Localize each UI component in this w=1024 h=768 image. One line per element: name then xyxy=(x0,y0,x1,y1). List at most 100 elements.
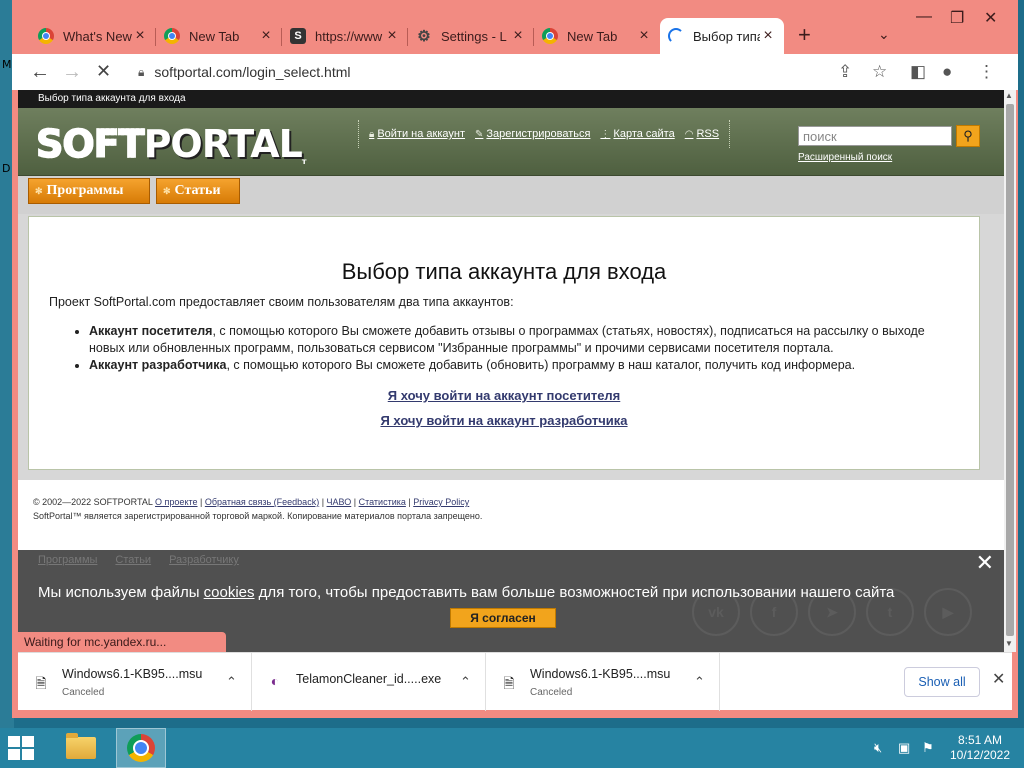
tab-whats-new[interactable]: What's New × xyxy=(30,18,156,54)
footer-link[interactable]: Privacy Policy xyxy=(413,497,469,507)
footer-link[interactable]: Статистика xyxy=(359,497,406,507)
advanced-search-link[interactable]: Расширенный поиск xyxy=(798,152,892,163)
download-item[interactable]: ◐ TelamonCleaner_id.....exe ⌃ xyxy=(252,653,486,711)
sitemap-icon: ⋮ xyxy=(600,128,611,140)
window-close-icon[interactable]: ✕ xyxy=(984,8,997,28)
site-footer: © 2002—2022 SOFTPORTAL О проекте | Обрат… xyxy=(18,480,1004,550)
search-icon[interactable]: ⚲ xyxy=(956,125,980,147)
downloads-shelf: 🗎 Windows6.1-KB95....msu Canceled ⌃ ◐ Tel… xyxy=(18,652,1012,711)
download-item[interactable]: 🗎 Windows6.1-KB95....msu Canceled ⌃ xyxy=(486,653,720,711)
tab-new-tab[interactable]: New Tab × xyxy=(156,18,282,54)
new-tab-plus-icon[interactable]: + xyxy=(798,22,811,48)
desktop-icon-label: D xyxy=(2,162,11,175)
footer-copyright-line: © 2002—2022 SOFTPORTAL О проекте | Обрат… xyxy=(33,497,470,507)
bottom-nav-link[interactable]: Разработчику xyxy=(169,554,239,566)
speaker-muted-icon[interactable]: 🔇︎ xyxy=(874,740,882,756)
menu-programs-button[interactable]: ✻ Программы xyxy=(28,178,150,204)
site-menu: ✻ Программы ✻ Статьи xyxy=(18,176,1004,214)
gear-icon: ⚙ xyxy=(417,28,431,45)
show-all-button[interactable]: Show all xyxy=(904,667,980,697)
taskbar: 🔇︎ ▣ ⚑ 8:51 AM 10/12/2022 xyxy=(0,728,1024,768)
intro-text: Проект SoftPortal.com предоставляет свои… xyxy=(49,295,514,309)
trademark-text: SoftPortal™ является зарегистрированной … xyxy=(33,511,483,521)
gear-bullet-icon: ✻ xyxy=(35,185,43,196)
header-links: 🔒︎ Войти на аккаунт ✎ Зарегистрироваться ⋮… xyxy=(358,120,731,148)
stop-loading-icon[interactable]: ✕ xyxy=(96,61,111,82)
developer-login-link[interactable]: Я хочу войти на аккаунт разработчика xyxy=(49,413,959,428)
bookmark-star-icon[interactable]: ☆ xyxy=(872,62,887,82)
pencil-icon: ✎ xyxy=(475,128,484,140)
minimize-icon[interactable]: — xyxy=(916,8,932,26)
chevron-up-icon[interactable]: ⌃ xyxy=(694,674,705,690)
status-bar: Waiting for mc.yandex.ru... xyxy=(18,632,226,652)
tab-softportal[interactable]: S https://www × xyxy=(282,18,408,54)
side-panel-icon[interactable]: ◧ xyxy=(910,62,926,82)
restore-icon[interactable]: ❐ xyxy=(950,8,964,28)
login-link[interactable]: 🔒︎ Войти на аккаунт xyxy=(369,128,465,140)
close-icon[interactable]: ✕ xyxy=(976,550,994,576)
chrome-taskbar-button[interactable] xyxy=(116,728,166,768)
tab-active-login-select[interactable]: Выбор типа × xyxy=(660,18,784,54)
tab-title: New Tab xyxy=(189,28,240,44)
tab-settings[interactable]: ⚙ Settings - L × xyxy=(408,18,534,54)
cookies-link[interactable]: cookies xyxy=(204,584,255,601)
back-arrow-icon[interactable]: ← xyxy=(30,61,50,84)
network-icon[interactable]: ▣ xyxy=(898,740,910,756)
scroll-thumb[interactable] xyxy=(1006,104,1014,636)
register-link[interactable]: ✎ Зарегистрироваться xyxy=(475,128,590,140)
tab-strip: What's New × New Tab × S https://www × ⚙… xyxy=(12,0,1018,54)
footer-link[interactable]: Обратная связь (Feedback) xyxy=(205,497,319,507)
profile-avatar-icon[interactable]: ● xyxy=(942,62,952,82)
close-icon[interactable]: × xyxy=(132,27,148,45)
chevron-up-icon[interactable]: ⌃ xyxy=(226,674,237,690)
site-search-input[interactable]: поиск xyxy=(798,126,952,146)
footer-link[interactable]: О проекте xyxy=(155,497,197,507)
chrome-icon xyxy=(127,734,155,762)
bottom-nav-link[interactable]: Программы xyxy=(38,554,97,566)
exe-file-icon: ◐ xyxy=(270,673,280,689)
page-scrollbar[interactable]: ▲ ▼ xyxy=(1004,90,1016,652)
forward-arrow-icon[interactable]: → xyxy=(62,61,82,84)
bottom-nav-link[interactable]: Статьи xyxy=(115,554,151,566)
close-icon[interactable]: ✕ xyxy=(992,669,1005,689)
chrome-icon xyxy=(542,28,558,44)
tab-title: New Tab xyxy=(567,28,618,44)
footer-link[interactable]: ЧАВО xyxy=(327,497,352,507)
bottom-nav: Программы Статьи Разработчику xyxy=(38,554,239,566)
tab-search-chevron-icon[interactable]: ⌄ xyxy=(878,26,890,43)
scroll-down-icon: ▼ xyxy=(1005,639,1013,648)
chevron-up-icon[interactable]: ⌃ xyxy=(460,674,471,690)
youtube-icon[interactable]: ▶ xyxy=(924,588,972,636)
page-top-label: Выбор типа аккаунта для входа xyxy=(18,90,1004,108)
windows-start-icon[interactable] xyxy=(8,736,34,760)
browser-window: What's New × New Tab × S https://www × ⚙… xyxy=(12,0,1018,718)
tab-title: What's New xyxy=(63,28,132,44)
url-text[interactable]: softportal.com/login_select.html xyxy=(154,64,350,80)
sitemap-link[interactable]: ⋮ Карта сайта xyxy=(600,128,674,140)
share-icon[interactable]: ⇪ xyxy=(838,62,852,82)
lock-icon[interactable]: 🔒︎ xyxy=(138,65,144,80)
close-icon[interactable]: × xyxy=(258,27,274,45)
close-icon[interactable]: × xyxy=(510,27,526,45)
system-clock[interactable]: 8:51 AM 10/12/2022 xyxy=(946,733,1014,763)
tab-title: Settings - L xyxy=(441,28,507,44)
download-item[interactable]: 🗎 Windows6.1-KB95....msu Canceled ⌃ xyxy=(18,653,252,711)
menu-articles-button[interactable]: ✻ Статьи xyxy=(156,178,240,204)
kebab-menu-icon[interactable]: ⋮ xyxy=(978,62,995,82)
page-title: Выбор типа аккаунта для входа xyxy=(341,259,667,284)
msu-file-icon: 🗎 xyxy=(35,675,47,691)
site-header: SOFTPORTALт 🔒︎ Войти на аккаунт ✎ Зарегист… xyxy=(18,108,1004,176)
close-icon[interactable]: × xyxy=(384,27,400,45)
scroll-up-icon: ▲ xyxy=(1005,91,1013,100)
file-explorer-button[interactable] xyxy=(56,728,106,768)
agree-button[interactable]: Я согласен xyxy=(450,608,556,628)
tab-new-tab-2[interactable]: New Tab × xyxy=(534,18,660,54)
close-icon[interactable]: × xyxy=(760,27,776,45)
action-center-icon[interactable]: ⚑ xyxy=(922,740,934,756)
rss-link[interactable]: ◠ RSS xyxy=(685,128,719,140)
gear-bullet-icon: ✻ xyxy=(163,185,171,196)
visitor-login-link[interactable]: Я хочу войти на аккаунт посетителя xyxy=(49,388,959,403)
close-icon[interactable]: × xyxy=(636,27,652,45)
list-item: Аккаунт разработчика, с помощью которого… xyxy=(89,357,959,374)
softportal-logo[interactable]: SOFTPORTALт xyxy=(35,121,306,167)
